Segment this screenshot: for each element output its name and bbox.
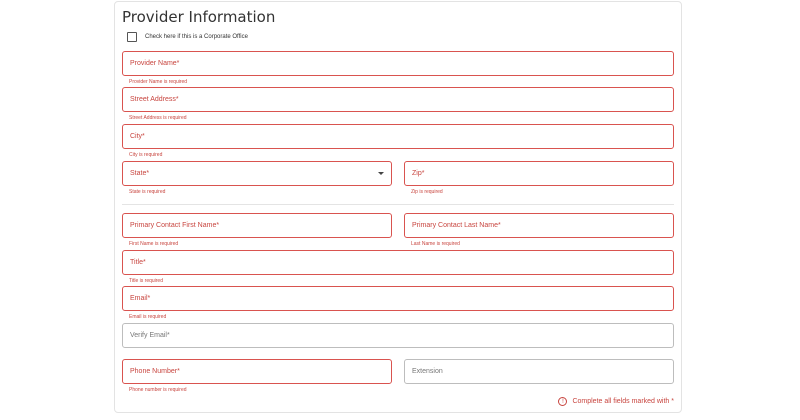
section-title: Provider Information <box>122 8 276 26</box>
provider-name-input[interactable]: Provider Name* <box>122 51 674 76</box>
first-name-input[interactable]: Primary Contact First Name* <box>122 213 392 238</box>
verify-email-input[interactable]: Verify Email* <box>122 323 674 348</box>
street-address-error: Street Address is required <box>129 115 187 121</box>
required-fields-text: Complete all fields marked with * <box>572 398 674 405</box>
zip-input[interactable]: Zip* <box>404 161 674 186</box>
city-label: City* <box>130 133 145 140</box>
email-error: Email is required <box>129 314 167 320</box>
phone-number-error: Phone number is required <box>129 387 187 393</box>
extension-input[interactable]: Extension <box>404 359 674 384</box>
provider-name-label: Provider Name* <box>130 60 180 67</box>
city-input[interactable]: City* <box>122 124 674 149</box>
phone-number-label: Phone Number* <box>130 368 180 375</box>
state-select[interactable]: State* <box>122 161 392 186</box>
email-label: Email* <box>130 295 151 302</box>
warning-icon: ! <box>558 397 568 406</box>
city-error: City is required <box>129 152 163 158</box>
last-name-error: Last Name is required <box>411 241 460 247</box>
title-input[interactable]: Title* <box>122 250 674 275</box>
required-fields-note: ! Complete all fields marked with * <box>558 397 674 406</box>
street-address-label: Street Address* <box>130 96 179 103</box>
caret-down-icon[interactable] <box>378 172 384 175</box>
title-label: Title* <box>130 259 146 266</box>
corporate-office-option[interactable]: Check here if this is a Corporate Office <box>127 32 248 42</box>
zip-label: Zip* <box>412 170 425 177</box>
corporate-office-checkbox[interactable] <box>127 32 137 42</box>
first-name-label: Primary Contact First Name* <box>130 222 220 229</box>
zip-error: Zip is required <box>411 189 443 195</box>
state-error: State is required <box>129 189 166 195</box>
provider-name-error: Provider Name is required <box>129 79 188 85</box>
phone-number-input[interactable]: Phone Number* <box>122 359 392 384</box>
street-address-input[interactable]: Street Address* <box>122 87 674 112</box>
first-name-error: First Name is required <box>129 241 179 247</box>
email-input[interactable]: Email* <box>122 286 674 311</box>
corporate-office-label: Check here if this is a Corporate Office <box>145 34 248 40</box>
verify-email-label: Verify Email* <box>130 332 170 339</box>
section-divider <box>122 204 674 205</box>
extension-label: Extension <box>412 368 443 375</box>
last-name-label: Primary Contact Last Name* <box>412 222 501 229</box>
last-name-input[interactable]: Primary Contact Last Name* <box>404 213 674 238</box>
title-error: Title is required <box>129 278 163 284</box>
state-label: State* <box>130 170 150 177</box>
